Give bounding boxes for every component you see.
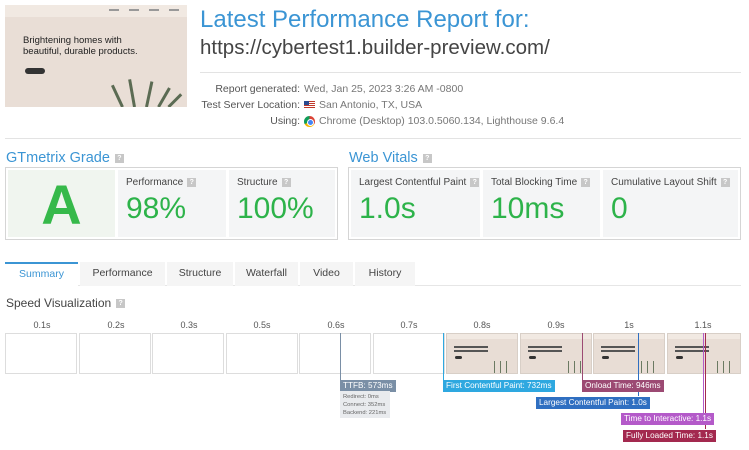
help-icon[interactable]: ?: [720, 178, 730, 187]
tab-waterfall[interactable]: Waterfall: [235, 262, 298, 286]
lcp-marker: Largest Contentful Paint: 1.0s: [536, 397, 650, 409]
timeline-tick: 0.3s: [180, 320, 198, 330]
timeline-tick: 0.5s: [253, 320, 271, 330]
lcp-value: 1.0s: [359, 192, 416, 225]
thumbnail-heading: Brightening homes with beautiful, durabl…: [23, 35, 138, 57]
filmstrip-frame[interactable]: [299, 333, 371, 374]
structure-value: 100%: [237, 192, 314, 225]
cls-value: 0: [611, 192, 628, 225]
help-icon[interactable]: ?: [187, 178, 197, 187]
onload-marker-line: [582, 333, 583, 380]
fully-loaded-marker: Fully Loaded Time: 1.1s: [623, 430, 716, 442]
vitals-panel: Largest Contentful Paint? 1.0s Total Blo…: [348, 167, 741, 240]
grade-heading-text: GTmetrix Grade: [6, 150, 110, 166]
vitals-heading: Web Vitals ?: [349, 150, 432, 166]
report-url[interactable]: https://cybertest1.builder-preview.com/: [200, 36, 550, 60]
onload-marker: Onload Time: 946ms: [582, 380, 664, 392]
ttfb-backend: Backend: 221ms: [343, 410, 387, 416]
structure-label: Structure: [237, 177, 278, 188]
grade-heading: GTmetrix Grade ?: [6, 150, 124, 166]
tbt-value: 10ms: [491, 192, 565, 225]
tab-structure[interactable]: Structure: [167, 262, 233, 286]
help-icon[interactable]: ?: [116, 298, 126, 308]
filmstrip-frame[interactable]: [5, 333, 77, 374]
grade-panel: A Performance? 98% Structure? 100%: [5, 167, 338, 240]
lcp-cell: Largest Contentful Paint? 1.0s: [351, 170, 480, 237]
meta-label: Report generated:: [215, 83, 300, 95]
ttfb-marker-line: [340, 333, 341, 380]
cls-label: Cumulative Layout Shift: [611, 177, 717, 188]
tab-summary[interactable]: Summary: [5, 262, 78, 286]
filmstrip-frame[interactable]: [79, 333, 151, 374]
meta-server-location: Test Server Location: San Antonio, TX, U…: [200, 99, 749, 113]
report-tabs: Summary Performance Structure Waterfall …: [5, 262, 741, 286]
filmstrip-frame[interactable]: [373, 333, 445, 374]
speed-heading: Speed Visualization ?: [6, 296, 126, 310]
fcp-marker-line: [443, 333, 444, 380]
us-flag-icon: [304, 101, 315, 109]
timeline-tick: 1s: [624, 320, 634, 330]
tti-marker: Time to Interactive: 1.1s: [621, 413, 715, 425]
tab-video[interactable]: Video: [300, 262, 353, 286]
ttfb-connect: Connect: 352ms: [343, 402, 386, 408]
speed-heading-text: Speed Visualization: [6, 296, 112, 310]
thumbnail-nav: [5, 5, 187, 17]
performance-cell: Performance? 98%: [118, 170, 226, 237]
tbt-cell: Total Blocking Time? 10ms: [483, 170, 600, 237]
report-title: Latest Performance Report for:: [200, 6, 530, 33]
meta-label: Test Server Location:: [201, 99, 300, 111]
help-icon[interactable]: ?: [581, 178, 591, 187]
timeline-tick: 0.7s: [400, 320, 418, 330]
timeline-tick: 0.1s: [33, 320, 51, 330]
tbt-label: Total Blocking Time: [491, 177, 578, 188]
tab-history[interactable]: History: [355, 262, 415, 286]
ttfb-breakdown: Redirect: 0ms Connect: 352ms Backend: 22…: [340, 391, 390, 418]
tab-performance[interactable]: Performance: [80, 262, 165, 286]
ttfb-redirect: Redirect: 0ms: [343, 394, 379, 400]
thumbnail-button: [25, 68, 45, 74]
vitals-heading-text: Web Vitals: [349, 150, 418, 166]
meta-browser: Using: Chrome (Desktop) 103.0.5060.134, …: [200, 115, 749, 129]
filmstrip-frame-screenshot[interactable]: [667, 333, 741, 374]
lcp-label: Largest Contentful Paint: [359, 177, 467, 188]
filmstrip-frame-screenshot[interactable]: [446, 333, 518, 374]
filmstrip-frame-screenshot[interactable]: [593, 333, 665, 374]
tti-marker-line: [703, 333, 704, 413]
meta-value: Chrome (Desktop) 103.0.5060.134, Lightho…: [319, 115, 565, 127]
timeline-tick: 0.2s: [107, 320, 125, 330]
meta-label: Using:: [270, 115, 300, 127]
structure-cell: Structure? 100%: [229, 170, 335, 237]
timeline-tick: 0.9s: [547, 320, 565, 330]
chrome-icon: [304, 115, 315, 127]
site-thumbnail: Brightening homes with beautiful, durabl…: [5, 5, 187, 107]
grade-cell: A: [8, 170, 115, 237]
timeline-tick: 0.6s: [327, 320, 345, 330]
timeline-tick: 1.1s: [694, 320, 712, 330]
meta-value: Wed, Jan 25, 2023 3:26 AM -0800: [304, 83, 464, 95]
performance-label: Performance: [126, 177, 184, 188]
timeline-tick: 0.8s: [473, 320, 491, 330]
divider: [200, 72, 741, 73]
fcp-marker: First Contentful Paint: 732ms: [443, 380, 555, 392]
help-icon[interactable]: ?: [470, 178, 480, 187]
help-icon[interactable]: ?: [114, 153, 124, 163]
meta-value: San Antonio, TX, USA: [319, 99, 423, 111]
plant-image: [110, 77, 183, 107]
filmstrip-frame[interactable]: [226, 333, 298, 374]
help-icon[interactable]: ?: [422, 153, 432, 163]
meta-report-generated: Report generated: Wed, Jan 25, 2023 3:26…: [200, 83, 749, 97]
divider: [5, 138, 741, 139]
performance-value: 98%: [126, 192, 187, 225]
help-icon[interactable]: ?: [281, 178, 291, 187]
filmstrip-frame[interactable]: [152, 333, 224, 374]
grade-letter: A: [41, 173, 82, 236]
cls-cell: Cumulative Layout Shift? 0: [603, 170, 738, 237]
